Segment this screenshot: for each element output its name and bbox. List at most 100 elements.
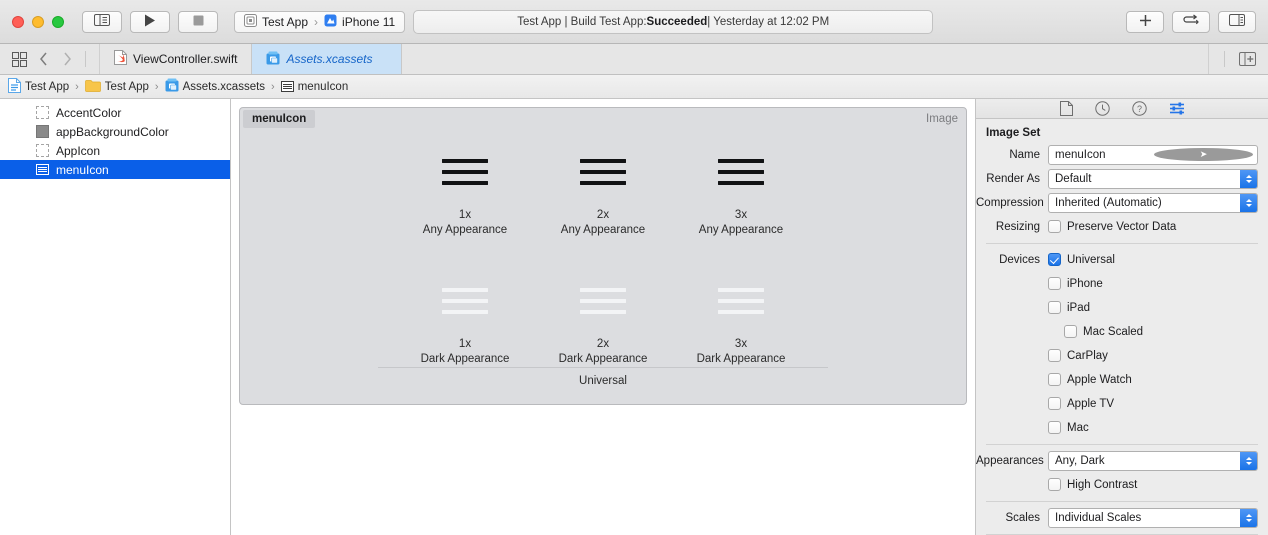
sidebar-item-label: appBackgroundColor: [56, 124, 169, 139]
device-checkbox-mac[interactable]: Mac: [1048, 419, 1089, 437]
device-checkbox-apple-tv[interactable]: Apple TV: [1048, 395, 1114, 413]
slot-appearance: Any Appearance: [698, 224, 784, 236]
tab-label: ViewController.swift: [133, 52, 238, 66]
history-inspector-tab[interactable]: [1094, 101, 1110, 116]
color-swatch-filled-icon: [36, 125, 49, 138]
slot-scale: 2x: [596, 209, 610, 221]
name-input[interactable]: menuIcon ➤: [1048, 144, 1258, 165]
activity-status-bar: Test App | Build Test App: Succeeded | Y…: [413, 9, 934, 34]
add-editor-button[interactable]: [1236, 48, 1258, 70]
swap-arrows-icon: [1183, 14, 1199, 29]
back-button[interactable]: [32, 48, 54, 70]
field-render-as: Render As Default: [976, 168, 1258, 189]
image-slot[interactable]: 3x Any Appearance: [672, 136, 810, 238]
chevron-updown-icon: [1240, 451, 1257, 470]
sidebar-item-appbackgroundcolor[interactable]: appBackgroundColor: [0, 122, 230, 141]
plus-icon: [1139, 14, 1152, 30]
breadcrumb-label: Assets.xcassets: [182, 80, 266, 93]
appearances-value: Any, Dark: [1055, 454, 1105, 467]
close-button[interactable]: [12, 15, 24, 28]
inspector-toggle-button[interactable]: [1218, 10, 1256, 33]
checkbox-icon: [1048, 397, 1061, 411]
image-set-card[interactable]: menuIcon Image 1x Any Appearance 2x Any …: [239, 107, 967, 405]
device-checkbox-ipad[interactable]: iPad: [1048, 299, 1090, 317]
breadcrumb-separator: ›: [75, 80, 79, 93]
sidebar-item-accentcolor[interactable]: AccentColor: [0, 103, 230, 122]
tab-viewcontroller-swift[interactable]: ViewController.swift: [100, 44, 253, 74]
scheme-target-label: Test App: [262, 14, 309, 29]
image-slot[interactable]: 1x Dark Appearance: [396, 265, 534, 367]
slot-appearance: Dark Appearance: [420, 353, 510, 365]
divider: [986, 500, 1258, 502]
device-checkbox-apple-watch[interactable]: Apple Watch: [1048, 371, 1132, 389]
inspector-body: Image Set Name menuIcon ➤ Render As Defa…: [976, 119, 1268, 535]
device-checkbox-carplay[interactable]: CarPlay: [1048, 347, 1108, 365]
run-button[interactable]: [130, 10, 170, 33]
slot-scale: 3x: [734, 209, 748, 221]
add-button[interactable]: [1126, 10, 1164, 33]
row-spacer: [240, 238, 966, 265]
device-checkbox-universal[interactable]: Universal: [1048, 251, 1115, 269]
hamburger-icon: [580, 288, 626, 314]
forward-button[interactable]: [56, 48, 78, 70]
slot-scale: 1x: [458, 338, 472, 350]
slot-caption: 1x Dark Appearance: [421, 337, 510, 367]
field-compression: Compression Inherited (Automatic): [976, 192, 1258, 213]
titlebar: Test App › iPhone 11 Test App | Build Te…: [0, 0, 1268, 44]
attributes-inspector-tab[interactable]: [1169, 101, 1185, 116]
stop-button[interactable]: [178, 10, 218, 33]
navigator-toggle-button[interactable]: [82, 10, 122, 33]
slot-scale: 3x: [734, 338, 748, 350]
scales-select[interactable]: Individual Scales: [1048, 507, 1258, 528]
file-inspector-tab[interactable]: [1059, 100, 1073, 116]
sidebar-item-menuicon[interactable]: menuIcon: [0, 160, 230, 179]
device-checkbox-mac-scaled[interactable]: Mac Scaled: [1064, 323, 1143, 341]
checkbox-icon: [1048, 478, 1061, 492]
image-slot[interactable]: 2x Dark Appearance: [534, 265, 672, 367]
inspector-heading: Image Set: [986, 126, 1041, 139]
tab-bar: ViewController.swift Assets.xcassets: [0, 44, 1268, 75]
device-checkbox-iphone[interactable]: iPhone: [1048, 275, 1103, 293]
checkbox-icon: [1048, 421, 1061, 435]
tab-assets-xcassets[interactable]: Assets.xcassets: [252, 44, 403, 74]
tab-bar-right-controls: [1208, 44, 1268, 74]
preserve-vector-data-checkbox[interactable]: Preserve Vector Data: [1048, 218, 1176, 236]
breadcrumb-item-assets[interactable]: Assets.xcassets: [165, 78, 265, 95]
checkbox-label: Preserve Vector Data: [1067, 220, 1177, 233]
zoom-button[interactable]: [52, 15, 64, 28]
render-as-select[interactable]: Default: [1048, 168, 1258, 189]
image-slot[interactable]: 1x Any Appearance: [396, 136, 534, 238]
checkbox-label: iPhone: [1067, 277, 1103, 290]
breadcrumb-item-imageset[interactable]: menuIcon: [280, 81, 348, 93]
minimize-button[interactable]: [32, 15, 44, 28]
high-contrast-checkbox[interactable]: High Contrast: [1048, 476, 1137, 494]
slot-artwork: [396, 136, 534, 208]
image-slot[interactable]: 2x Any Appearance: [534, 136, 672, 238]
help-inspector-tab[interactable]: ?: [1131, 101, 1147, 116]
sidebar-item-appicon[interactable]: AppIcon: [0, 141, 230, 160]
reveal-icon[interactable]: ➤: [1154, 148, 1253, 162]
swap-button[interactable]: [1172, 10, 1210, 33]
compression-select[interactable]: Inherited (Automatic): [1048, 192, 1258, 213]
card-header: menuIcon Image: [240, 108, 966, 130]
color-swatch-empty-icon: [36, 144, 49, 157]
card-footer-label: Universal: [378, 367, 828, 387]
field-high-contrast: High Contrast: [976, 475, 1258, 495]
slot-caption: 2x Any Appearance: [561, 208, 645, 238]
asset-canvas: menuIcon Image 1x Any Appearance 2x Any …: [231, 99, 975, 535]
breadcrumb-item-folder[interactable]: Test App: [84, 79, 149, 95]
device-row: Mac Scaled: [976, 322, 1258, 342]
slot-artwork: [672, 136, 810, 208]
checkbox-label: Apple TV: [1067, 397, 1115, 410]
scheme-selector[interactable]: Test App › iPhone 11: [234, 10, 406, 33]
appearances-select[interactable]: Any, Dark: [1048, 450, 1258, 471]
breadcrumb-separator: ›: [154, 80, 159, 93]
grid-view-button[interactable]: [8, 48, 30, 70]
checkbox-label: Mac Scaled: [1083, 325, 1144, 338]
checkbox-icon: [1048, 301, 1061, 315]
breadcrumb-item-project[interactable]: Test App: [8, 77, 69, 96]
project-icon: [8, 77, 21, 96]
image-slot[interactable]: 3x Dark Appearance: [672, 265, 810, 367]
image-slot-grid: 1x Any Appearance 2x Any Appearance 3x A…: [240, 130, 966, 404]
divider: [85, 51, 86, 67]
